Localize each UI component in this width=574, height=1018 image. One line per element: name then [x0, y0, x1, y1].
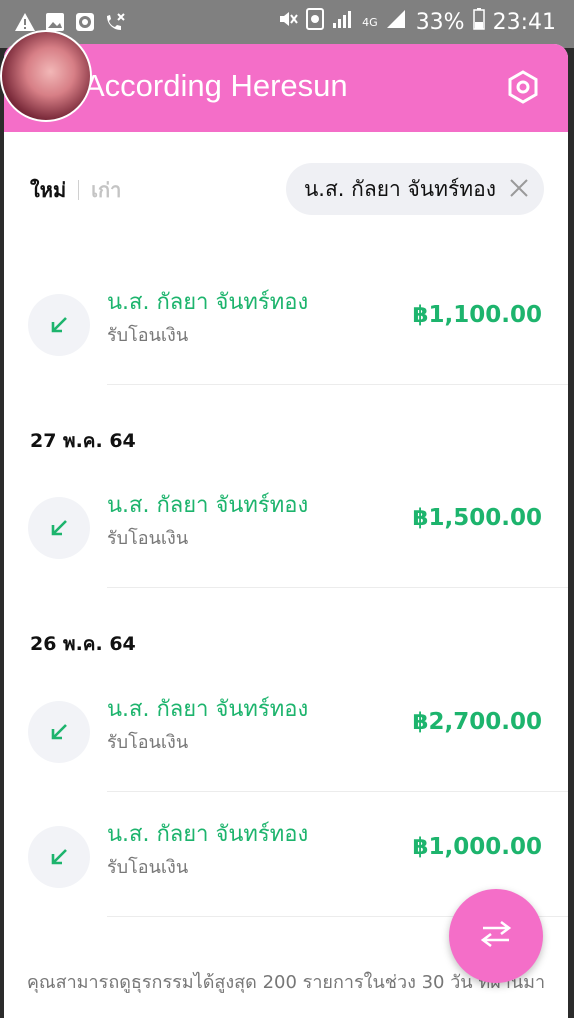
clock: 23:41 — [492, 9, 556, 35]
network-type-label: 4G — [362, 15, 378, 29]
incoming-arrow-icon — [28, 497, 90, 559]
transaction-amount: ฿1,000.00 — [412, 834, 543, 860]
status-system: 4G 33% 23:41 — [278, 8, 556, 36]
transaction-row[interactable]: น.ส. กัลยา จันทร์ทอง รับโอนเงิน ฿1,500.0… — [4, 483, 568, 607]
row-divider — [107, 791, 568, 792]
filter-chip-label: น.ส. กัลยา จันทร์ทอง — [303, 176, 496, 201]
page-title: According Heresun — [84, 68, 348, 103]
avatar[interactable] — [0, 30, 92, 122]
incoming-arrow-icon — [28, 826, 90, 888]
transaction-row[interactable]: น.ส. กัลยา จันทร์ทอง รับโอนเงิน ฿1,100.0… — [4, 280, 568, 404]
transaction-sheet: According Heresun ใหม่ เก่า น.ส. กัลยา จ… — [4, 44, 568, 1018]
clear-filter-icon[interactable] — [508, 177, 530, 199]
wifi-signal-icon — [332, 9, 354, 35]
status-bar: 4G 33% 23:41 — [0, 0, 574, 48]
date-header: 26 พ.ค. 64 — [30, 633, 136, 655]
transaction-type: รับโอนเงิน — [107, 325, 189, 346]
tab-new[interactable]: ใหม่ — [30, 174, 66, 206]
row-divider — [107, 384, 568, 385]
transaction-name: น.ส. กัลยา จันทร์ทอง — [107, 697, 309, 722]
row-divider — [107, 587, 568, 588]
filter-chip[interactable]: น.ส. กัลยา จันทร์ทอง — [285, 163, 544, 215]
sort-tabs: ใหม่ เก่า — [30, 174, 121, 206]
cell-signal-icon — [386, 9, 408, 35]
transaction-amount: ฿1,500.00 — [412, 505, 543, 531]
transfer-button[interactable] — [449, 889, 543, 983]
data-saver-icon — [306, 8, 325, 36]
incoming-arrow-icon — [28, 701, 90, 763]
incoming-arrow-icon — [28, 294, 90, 356]
app-s-icon — [74, 11, 96, 33]
mute-icon — [278, 9, 298, 35]
transfer-arrows-icon — [479, 919, 513, 953]
transaction-type: รับโอนเงิน — [107, 528, 189, 549]
transaction-type: รับโอนเงิน — [107, 857, 189, 878]
battery-icon — [472, 8, 485, 36]
transaction-amount: ฿1,100.00 — [412, 302, 543, 328]
transaction-name: น.ส. กัลยา จันทร์ทอง — [107, 290, 309, 315]
warning-icon — [14, 11, 36, 33]
tab-old[interactable]: เก่า — [91, 174, 121, 206]
transaction-amount: ฿2,700.00 — [412, 709, 543, 735]
battery-percent: 33% — [415, 9, 465, 35]
transaction-row[interactable]: น.ส. กัลยา จันทร์ทอง รับโอนเงิน ฿2,700.0… — [4, 687, 568, 811]
date-header: 27 พ.ค. 64 — [30, 430, 136, 452]
missed-call-icon — [104, 11, 126, 33]
transaction-type: รับโอนเงิน — [107, 732, 189, 753]
status-notifications — [14, 11, 126, 33]
transaction-name: น.ส. กัลยา จันทร์ทอง — [107, 493, 309, 518]
tab-divider — [78, 180, 80, 200]
settings-icon[interactable] — [506, 70, 540, 104]
transaction-name: น.ส. กัลยา จันทร์ทอง — [107, 822, 309, 847]
